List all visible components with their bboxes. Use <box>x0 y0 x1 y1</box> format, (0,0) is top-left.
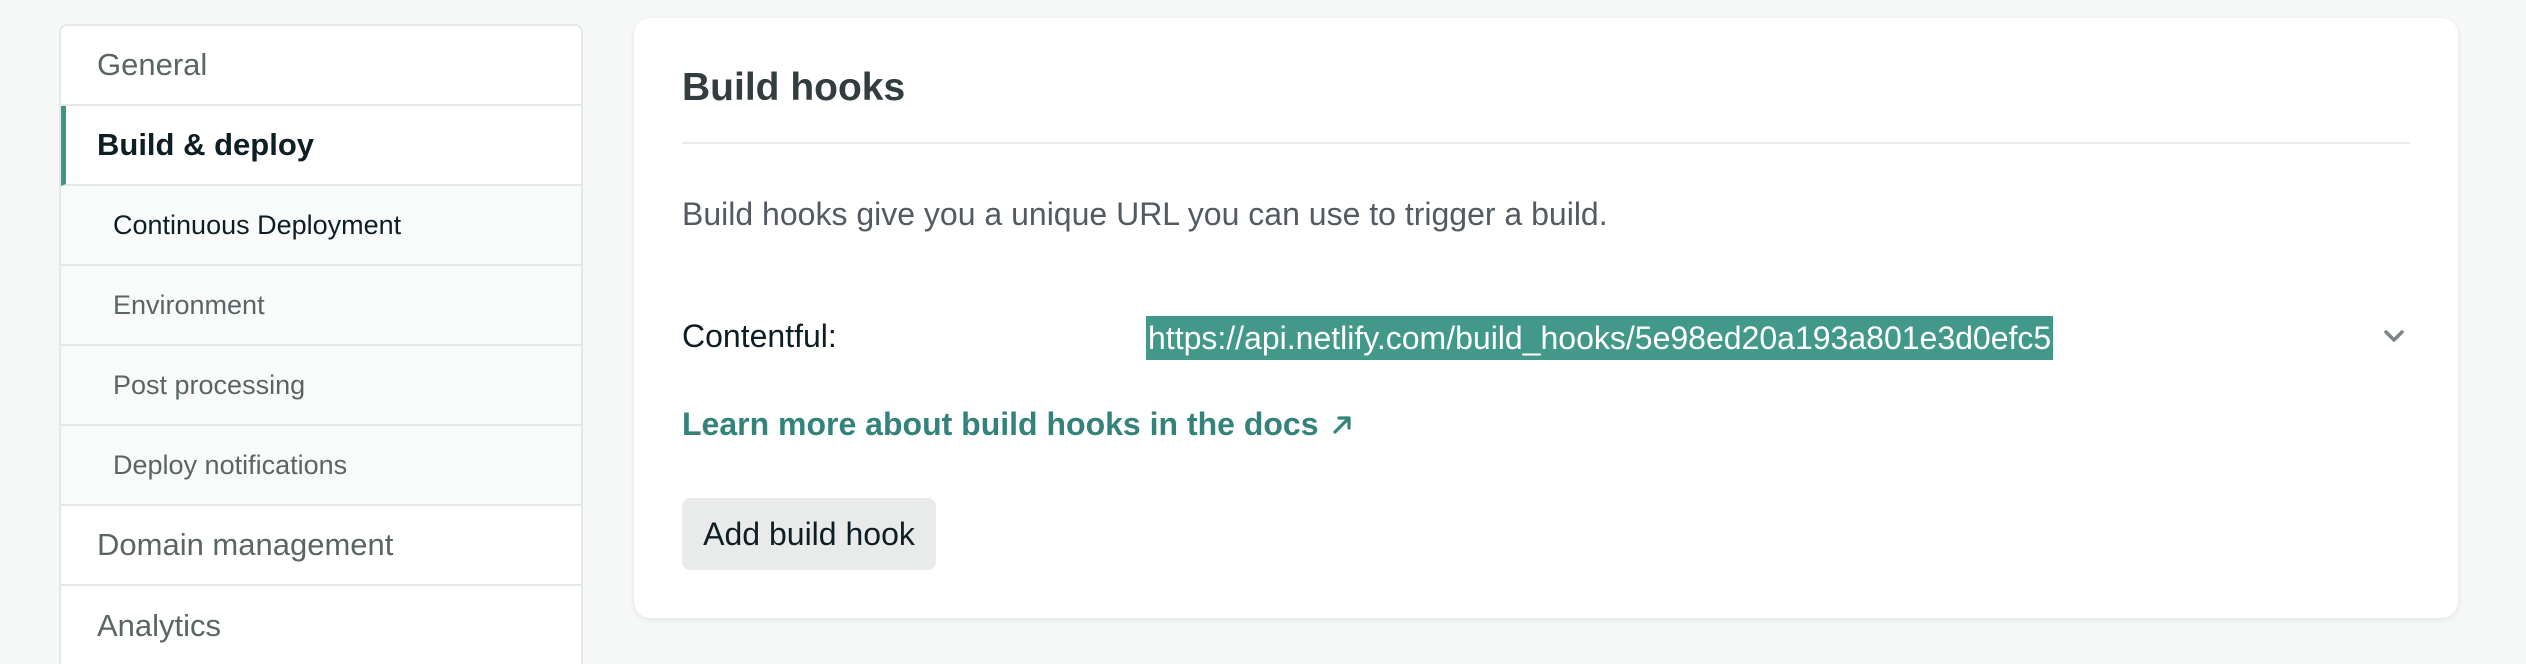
build-hooks-card: Build hooks Build hooks give you a uniqu… <box>634 18 2458 618</box>
sidebar-item-domain-management[interactable]: Domain management <box>61 506 581 586</box>
sidebar-subitem-environment[interactable]: Environment <box>61 266 581 346</box>
sidebar-item-label: Analytics <box>97 608 222 643</box>
build-hook-url[interactable]: https://api.netlify.com/build_hooks/5e98… <box>1146 316 2054 360</box>
sidebar-subitem-label: Post processing <box>113 369 306 400</box>
sidebar-item-label: Build & deploy <box>97 127 314 162</box>
chevron-down-icon[interactable] <box>2378 320 2410 352</box>
add-build-hook-button[interactable]: Add build hook <box>682 498 936 570</box>
sidebar-subitem-continuous-deployment[interactable]: Continuous Deployment <box>61 186 581 266</box>
sidebar-item-analytics[interactable]: Analytics <box>61 586 581 664</box>
build-hooks-docs-link[interactable]: Learn more about build hooks in the docs <box>682 406 1353 443</box>
sidebar-subitem-label: Deploy notifications <box>113 449 348 480</box>
card-divider <box>682 142 2410 144</box>
build-hook-name: Contentful: <box>682 318 837 354</box>
sidebar-item-label: Domain management <box>97 527 394 562</box>
docs-link-label: Learn more about build hooks in the docs <box>682 406 1319 442</box>
card-title: Build hooks <box>682 66 906 109</box>
settings-sidebar: General Build & deploy Continuous Deploy… <box>59 24 583 664</box>
card-description: Build hooks give you a unique URL you ca… <box>682 196 1608 232</box>
sidebar-subitem-label: Environment <box>113 289 265 320</box>
build-hook-row[interactable]: Contentful: https://api.netlify.com/buil… <box>682 298 2410 382</box>
sidebar-item-build-deploy[interactable]: Build & deploy <box>61 106 581 186</box>
external-arrow-icon <box>1331 414 1353 436</box>
sidebar-subitem-deploy-notifications[interactable]: Deploy notifications <box>61 426 581 506</box>
sidebar-item-general[interactable]: General <box>61 26 581 106</box>
sidebar-subitem-post-processing[interactable]: Post processing <box>61 346 581 426</box>
sidebar-subitem-label: Continuous Deployment <box>113 209 402 240</box>
sidebar-item-label: General <box>97 47 208 82</box>
